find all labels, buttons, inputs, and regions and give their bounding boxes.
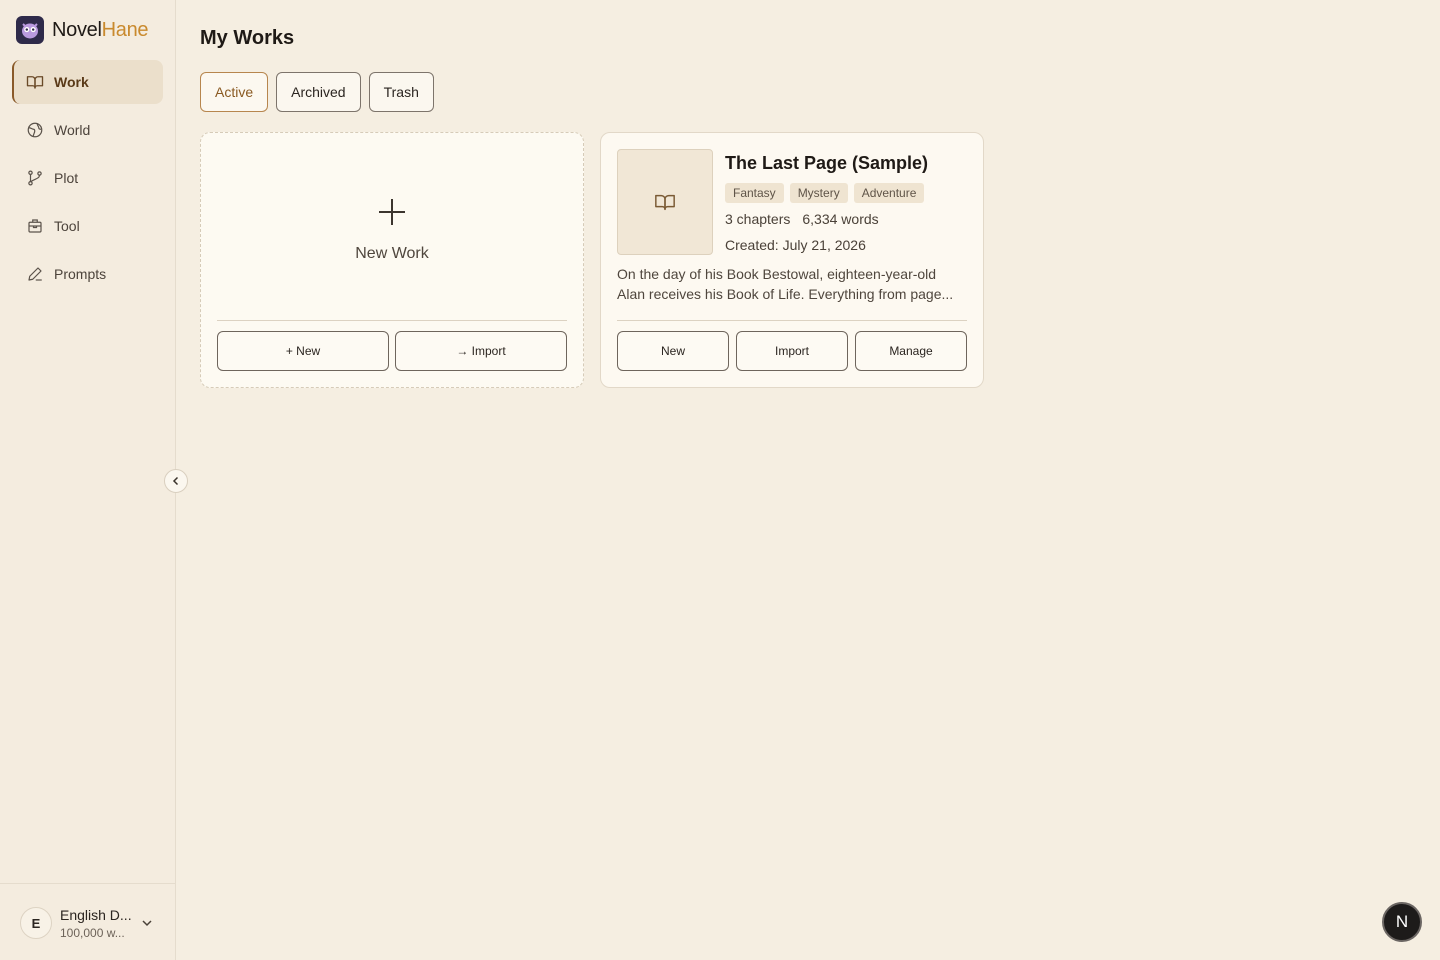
floating-assistant-button[interactable]: N [1382,902,1422,942]
sidebar-nav: Work World Plot Tool Prompts [12,60,163,300]
globe-icon [27,122,43,138]
chevron-down-icon[interactable] [139,915,155,931]
page-title: My Works [200,27,295,49]
pen-icon [28,267,42,281]
sidebar: NovelHane Work World Plot Tool Prompts E… [0,0,176,960]
import-chapter-button[interactable]: Import [736,331,848,371]
sidebar-item-work[interactable]: Work [12,60,163,104]
work-description: On the day of his Book Bestowal, eightee… [617,266,954,302]
import-button[interactable]: → Import [395,331,567,371]
tag: Fantasy [725,183,784,203]
sidebar-item-world[interactable]: World [12,108,163,152]
owl-logo-icon [16,16,44,44]
new-button[interactable]: + New [217,331,389,371]
sidebar-item-label: Plot [54,170,79,186]
work-status-tabs: Active Archived Trash [200,72,434,112]
sidebar-item-label: Work [54,74,89,90]
brand[interactable]: NovelHane [16,16,149,44]
tab-active[interactable]: Active [200,72,269,112]
book-icon [655,194,675,211]
word-count: 6,334 words [802,211,879,227]
chevron-left-icon [172,476,179,486]
account-name: English D... [60,907,132,923]
tab-trash[interactable]: Trash [368,72,434,112]
tag: Mystery [789,183,848,203]
book-icon [26,76,44,89]
new-work-card[interactable]: New Work + New → Import [200,132,584,388]
work-title[interactable]: The Last Page (Sample) [725,153,928,174]
work-stats: 3 chapters 6,334 words [725,211,879,227]
avatar: E [20,907,52,939]
work-card[interactable]: The Last Page (Sample) Fantasy Mystery A… [600,132,984,388]
brand-name: NovelHane [52,18,149,42]
sidebar-item-label: Prompts [54,266,107,282]
sidebar-item-label: Tool [54,218,80,234]
tab-archived[interactable]: Archived [276,72,361,112]
sidebar-item-label: World [54,122,91,138]
cover-placeholder [617,149,713,255]
created-date: Created: July 21, 2026 [725,237,866,253]
genre-tags: Fantasy Mystery Adventure [725,183,925,203]
brand-name-part2: Hane [101,18,149,41]
brand-name-part1: Novel [52,18,102,41]
sidebar-item-prompts[interactable]: Prompts [12,252,163,296]
branch-icon [28,170,42,186]
collapse-sidebar-button[interactable] [164,469,188,493]
sidebar-item-tool[interactable]: Tool [12,204,163,248]
chapter-count: 3 chapters [725,211,791,227]
manage-button[interactable]: Manage [855,331,967,371]
account-subtitle: 100,000 w... [60,926,125,940]
account-switcher[interactable]: E English D... 100,000 w... [0,883,176,960]
new-work-label: New Work [355,245,429,262]
tag: Adventure [853,183,925,203]
card-divider [217,320,567,321]
new-chapter-button[interactable]: New [617,331,729,371]
sidebar-item-plot[interactable]: Plot [12,156,163,200]
card-divider [617,320,967,321]
toolbox-icon [28,219,42,233]
plus-icon [379,199,405,225]
